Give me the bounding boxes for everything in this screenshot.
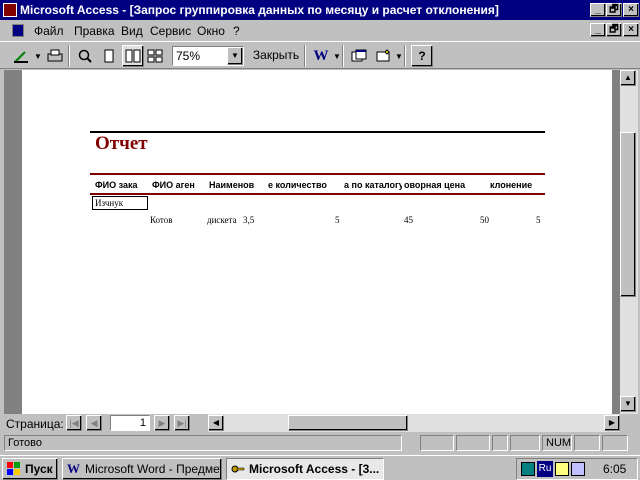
cell-contract-price: 50: [480, 215, 489, 225]
column-header-catalog-price: а по каталогу: [344, 180, 402, 190]
close-preview-button[interactable]: Закрыть: [250, 45, 302, 67]
status-panel-6: [574, 435, 600, 451]
start-label: Пуск: [25, 462, 53, 476]
report-top-rule: [90, 131, 545, 133]
document-icon[interactable]: [12, 24, 24, 37]
office-links-word-icon[interactable]: W: [310, 45, 332, 67]
cell-quantity: 5: [335, 215, 340, 225]
report-page[interactable]: [22, 70, 612, 414]
doc-restore-button[interactable]: 🗗: [606, 23, 622, 37]
status-panel-2: [456, 435, 490, 451]
windows-logo-icon: [7, 462, 20, 475]
multiple-pages-icon[interactable]: [144, 45, 166, 67]
vertical-scrollbar[interactable]: ▲ ▼: [620, 70, 638, 414]
scroll-left-icon[interactable]: ◀: [208, 415, 224, 431]
last-page-icon[interactable]: ▶|: [174, 415, 190, 431]
status-panel-7: [602, 435, 628, 451]
database-window-icon[interactable]: [348, 45, 370, 67]
status-panel-1: [420, 435, 454, 451]
status-panel-4: [510, 435, 540, 451]
next-page-icon[interactable]: ▶: [154, 415, 170, 431]
title-bar: Microsoft Access - [Запрос группировка д…: [0, 0, 640, 20]
design-view-icon[interactable]: [10, 45, 32, 67]
doc-minimize-button[interactable]: _: [590, 23, 606, 37]
scheduler-icon[interactable]: [555, 462, 569, 476]
network-icon[interactable]: [521, 462, 535, 476]
print-icon[interactable]: [44, 45, 66, 67]
menu-tools[interactable]: Сервис: [150, 24, 191, 38]
report-column-rule: [90, 193, 545, 195]
menu-file[interactable]: Файл: [34, 24, 64, 38]
language-indicator[interactable]: Ru: [537, 461, 553, 477]
page-label: Страница:: [6, 417, 64, 431]
menu-edit[interactable]: Правка: [74, 24, 115, 38]
column-header-customer: ФИО зака: [95, 180, 138, 190]
taskbar: Пуск W Microsoft Word - Предмет... Micro…: [0, 455, 640, 480]
page-number-input[interactable]: 1: [110, 415, 150, 431]
menu-bar: Файл Правка Вид Сервис Окно ? _ 🗗 ×: [0, 20, 640, 40]
vertical-scroll-thumb[interactable]: [620, 132, 636, 297]
scroll-up-icon[interactable]: ▲: [620, 70, 636, 86]
menu-view[interactable]: Вид: [121, 24, 143, 38]
help-icon[interactable]: ?: [411, 45, 433, 67]
word-icon: W: [67, 461, 80, 476]
report-title: Отчет: [95, 133, 148, 154]
num-lock-indicator: NUM: [542, 435, 572, 451]
column-header-item: Наименов: [209, 180, 255, 190]
task-access[interactable]: Microsoft Access - [3...: [226, 458, 384, 480]
office-links-dropdown-icon[interactable]: ▼: [333, 52, 341, 61]
horizontal-scroll-thumb[interactable]: [288, 415, 408, 431]
access-app-icon[interactable]: [3, 3, 17, 17]
column-header-quantity: е количество: [268, 180, 327, 190]
task-word-label: Microsoft Word - Предмет...: [85, 462, 222, 476]
close-button[interactable]: ×: [623, 3, 639, 17]
minimize-button[interactable]: _: [590, 3, 606, 17]
task-word[interactable]: W Microsoft Word - Предмет...: [62, 458, 222, 480]
design-view-dropdown-icon[interactable]: ▼: [34, 52, 42, 61]
scroll-right-icon[interactable]: ▶: [604, 415, 620, 431]
column-header-deviation: клонение: [490, 180, 533, 190]
new-object-dropdown-icon[interactable]: ▼: [395, 52, 403, 61]
horizontal-scrollbar[interactable]: ◀ ▶: [208, 414, 620, 432]
cell-size: 3,5: [243, 215, 255, 225]
scroll-down-icon[interactable]: ▼: [620, 396, 636, 412]
system-tray: Ru 6:05: [516, 458, 638, 480]
start-button[interactable]: Пуск: [2, 458, 58, 480]
cell-catalog-price: 45: [404, 215, 413, 225]
status-panel-3: [492, 435, 508, 451]
chevron-down-icon[interactable]: ▼: [227, 47, 243, 65]
group-label-box: Изчнук: [92, 196, 148, 210]
two-pages-icon[interactable]: [122, 45, 144, 67]
report-header-rule: [90, 173, 545, 175]
zoom-select[interactable]: 75% ▼: [172, 46, 244, 66]
key-icon: [231, 465, 245, 473]
cell-item: дискета: [207, 215, 237, 225]
new-object-icon[interactable]: [372, 45, 394, 67]
cell-deviation: 5: [536, 215, 541, 225]
menu-window[interactable]: Окно: [197, 24, 225, 38]
task-access-label: Microsoft Access - [3...: [249, 462, 380, 476]
print-preview-toolbar: ▼ 75% ▼ Закрыть W ▼ ▼ ?: [0, 41, 640, 69]
status-text: Готово: [4, 435, 402, 451]
menu-help[interactable]: ?: [233, 24, 240, 38]
page-navigation-bar: Страница: |◀ ◀ 1 ▶ ▶| ◀ ▶: [0, 414, 640, 432]
zoom-value: 75%: [176, 49, 201, 63]
volume-icon[interactable]: [571, 462, 585, 476]
status-bar: Готово NUM: [0, 433, 640, 453]
zoom-magnifier-icon[interactable]: [74, 45, 96, 67]
column-header-contract-price: оворная цена: [404, 180, 466, 190]
one-page-icon[interactable]: [98, 45, 120, 67]
restore-button[interactable]: 🗗: [606, 3, 622, 17]
doc-close-button[interactable]: ×: [623, 23, 639, 37]
previous-page-icon[interactable]: ◀: [86, 415, 102, 431]
clock[interactable]: 6:05: [603, 462, 626, 476]
cell-agent: Котов: [150, 215, 173, 225]
column-header-agent: ФИО аген: [152, 180, 195, 190]
window-title: Microsoft Access - [Запрос группировка д…: [20, 3, 499, 17]
first-page-icon[interactable]: |◀: [66, 415, 82, 431]
